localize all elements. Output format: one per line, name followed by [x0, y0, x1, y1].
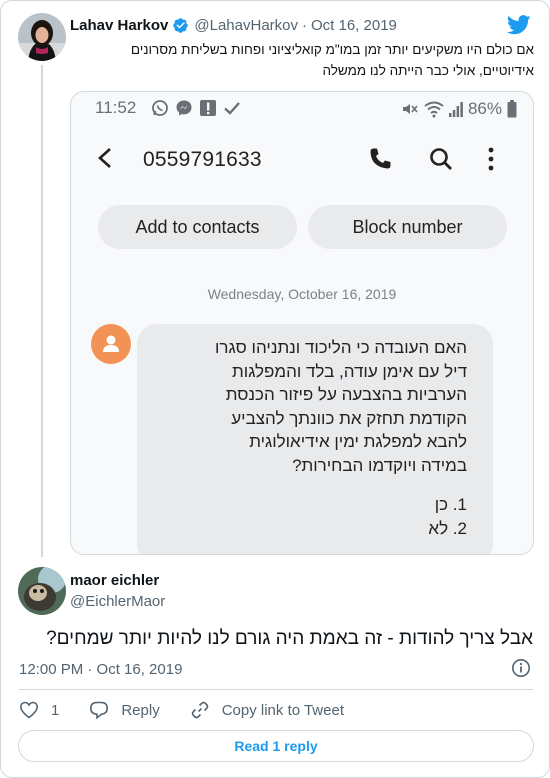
reply-bubble-icon	[90, 701, 109, 720]
reply-text: אבל צריך להודות - זה באמת היה גורם לנו ל…	[46, 628, 533, 649]
message-line: האם העובדה כי הליכוד ונתניהו סגרו	[215, 338, 467, 357]
message-bubble: האם העובדה כי הליכוד ונתניהו סגרו דיל עם…	[137, 324, 493, 554]
reply-author-name[interactable]: maor eichler	[70, 572, 159, 589]
author-name[interactable]: Lahav Harkov	[70, 17, 168, 34]
reply-author-handle[interactable]: @EichlerMaor	[70, 593, 165, 610]
mute-icon	[402, 104, 418, 114]
heart-icon	[19, 701, 39, 719]
author-handle[interactable]: @LahavHarkov	[194, 17, 298, 34]
battery-percent: 86%	[467, 99, 502, 118]
phone-number: 0559791633	[143, 148, 262, 171]
twitter-bird-icon[interactable]	[506, 15, 531, 35]
author-avatar[interactable]	[18, 13, 66, 61]
whatsapp-icon	[151, 99, 169, 117]
message-line: במידה ויוקדמו הבחירות?	[292, 455, 467, 475]
message-line: הערביות בהצבעה על פיזור הכנסת	[225, 385, 467, 404]
check-icon	[223, 99, 241, 117]
message-line: דיל עם אימן עודה, בלד והמפלגות	[232, 361, 467, 381]
message-options: 1. כן 2. לא	[153, 493, 467, 540]
copy-link-label: Copy link to Tweet	[221, 701, 344, 719]
message-line: להבא למפלגת ימין אידיאולוגית	[249, 432, 467, 451]
like-count: 1	[51, 701, 60, 719]
tweet-header: Lahav Harkov @LahavHarkov · Oct 16, 2019	[70, 17, 397, 34]
divider	[19, 689, 533, 690]
reply-button[interactable]: Reply	[89, 700, 160, 720]
messenger-icon	[175, 99, 193, 117]
info-icon[interactable]	[511, 658, 531, 678]
status-icons-right: 86%	[401, 99, 517, 119]
status-icons-left	[151, 99, 241, 117]
status-time: 11:52	[95, 98, 137, 117]
call-icon[interactable]	[367, 146, 393, 172]
block-number-button[interactable]: Block number	[308, 205, 507, 249]
reply-timestamp[interactable]: 12:00 PM · Oct 16, 2019	[19, 661, 182, 678]
battery-icon	[507, 100, 517, 118]
message-option-2: 2. לא	[428, 518, 467, 538]
wifi-icon	[424, 101, 444, 118]
message-option-1: 1. כן	[434, 495, 467, 514]
message-line: הקודמת תחזק את כוונתך להצביע	[231, 408, 467, 428]
alert-icon	[199, 99, 217, 117]
read-replies-button[interactable]: Read 1 reply	[18, 730, 534, 762]
reply-label: Reply	[121, 701, 160, 719]
more-options-icon[interactable]	[481, 146, 501, 172]
add-to-contacts-button[interactable]: Add to contacts	[98, 205, 297, 249]
thread-connector-line	[41, 65, 43, 557]
tweet-embed-card: Lahav Harkov @LahavHarkov · Oct 16, 2019…	[0, 0, 550, 778]
tweet-actions: 1 Reply Copy link to Tweet	[19, 698, 374, 722]
message-date-separator: Wednesday, October 16, 2019	[207, 286, 397, 302]
reply-author-avatar[interactable]	[18, 567, 66, 615]
sender-avatar-icon	[91, 324, 131, 364]
tweet-text: אם כולם היו משקיעים יותר זמן במו"מ קואלי…	[70, 39, 534, 81]
tweet-text-line: אם כולם היו משקיעים יותר זמן במו"מ קואלי…	[130, 42, 534, 57]
signal-icon	[448, 102, 463, 117]
back-arrow-icon[interactable]	[95, 147, 117, 169]
copy-link-button[interactable]: Copy link to Tweet	[190, 700, 344, 720]
separator-dot: ·	[302, 17, 307, 34]
tweet-date[interactable]: Oct 16, 2019	[311, 17, 397, 34]
link-icon	[191, 701, 208, 719]
tweet-text-line: אידיוטיים, אולי כבר הייתה לנו ממשלה	[322, 63, 534, 78]
verified-badge-icon	[172, 17, 189, 34]
like-button[interactable]: 1	[19, 700, 59, 720]
attached-screenshot[interactable]: 11:52 86% 0559791633 Add to contacts Blo…	[70, 91, 534, 555]
search-icon[interactable]	[428, 146, 454, 172]
